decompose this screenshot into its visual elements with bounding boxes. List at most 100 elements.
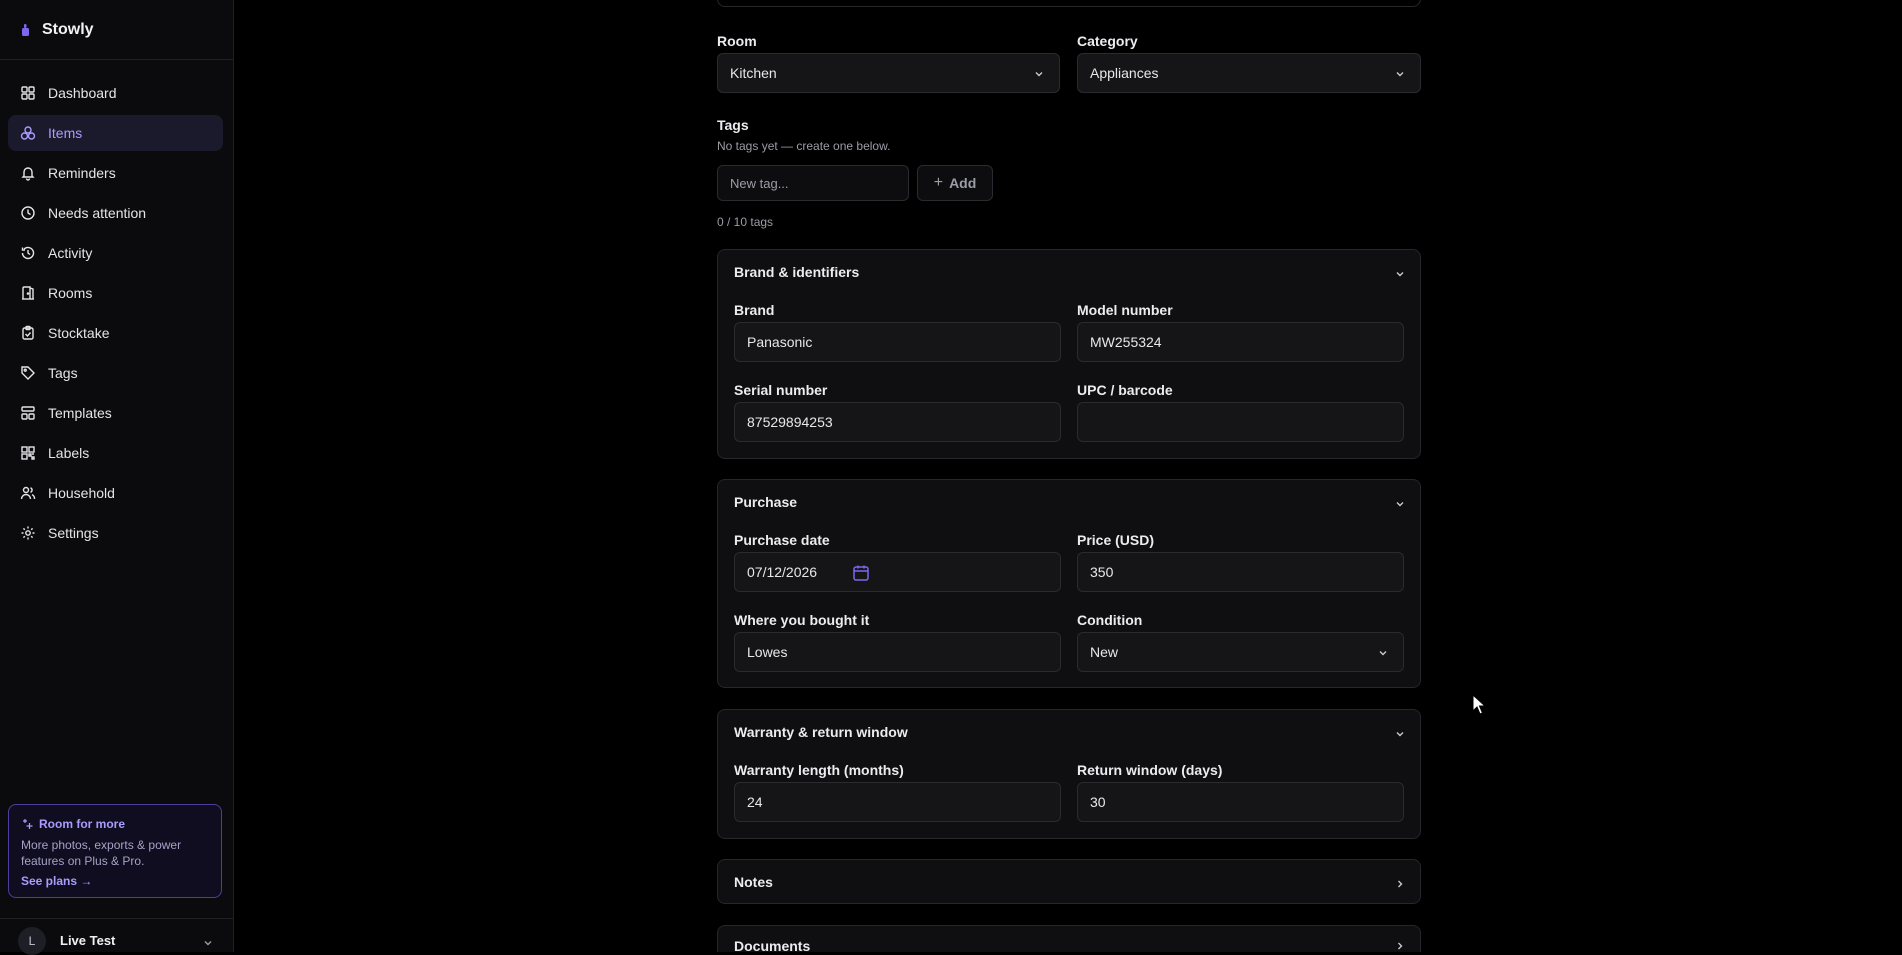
chevron-down-icon bbox=[1396, 72, 1404, 77]
upc-barcode-label: UPC / barcode bbox=[1077, 382, 1173, 398]
warranty-length-label: Warranty length (months) bbox=[734, 762, 904, 778]
documents-section[interactable]: Documents bbox=[717, 925, 1421, 954]
condition-select[interactable]: New bbox=[1077, 632, 1404, 672]
notes-section[interactable]: Notes bbox=[717, 859, 1421, 904]
sidebar-item-rooms[interactable]: Rooms bbox=[8, 275, 223, 311]
store-input[interactable]: Lowes bbox=[734, 632, 1061, 672]
promo-title: Room for more bbox=[21, 817, 209, 831]
tags-label: Tags bbox=[717, 117, 749, 133]
sidebar-item-label: Activity bbox=[48, 245, 93, 261]
category-select[interactable]: Appliances bbox=[1077, 53, 1421, 93]
sidebar-item-items[interactable]: Items bbox=[8, 115, 223, 151]
sidebar: Stowly Dashboard Items Reminders Needs a… bbox=[0, 0, 234, 955]
sidebar-item-label: Templates bbox=[48, 405, 112, 421]
model-number-input[interactable]: MW255324 bbox=[1077, 322, 1404, 362]
tag-icon bbox=[20, 365, 36, 381]
sidebar-item-label: Needs attention bbox=[48, 205, 147, 221]
chevron-down-icon[interactable] bbox=[1394, 498, 1406, 510]
sidebar-item-label: Items bbox=[48, 125, 83, 141]
sidebar-item-tags[interactable]: Tags bbox=[8, 355, 223, 391]
sidebar-item-activity[interactable]: Activity bbox=[8, 235, 223, 271]
chevron-down-icon bbox=[1379, 651, 1387, 656]
main-content: Room Kitchen Category Appliances Tags No… bbox=[234, 0, 1902, 954]
price-label: Price (USD) bbox=[1077, 532, 1155, 548]
price-input[interactable]: 350 bbox=[1077, 552, 1404, 592]
see-plans-link[interactable]: See plans → bbox=[21, 874, 209, 888]
sidebar-item-reminders[interactable]: Reminders bbox=[8, 155, 223, 191]
section-title: Notes bbox=[734, 874, 773, 890]
calendar-icon[interactable] bbox=[851, 563, 871, 583]
add-tag-button[interactable]: + Add bbox=[917, 165, 993, 201]
return-window-input[interactable]: 30 bbox=[1077, 782, 1404, 822]
room-select[interactable]: Kitchen bbox=[717, 53, 1060, 93]
serial-number-label: Serial number bbox=[734, 382, 828, 398]
sidebar-item-label: Household bbox=[48, 485, 115, 501]
brand-identifiers-section: Brand & identifiers Brand Panasonic Mode… bbox=[717, 249, 1421, 459]
promo-text: More photos, exports & power features on… bbox=[21, 838, 182, 868]
sidebar-item-dashboard[interactable]: Dashboard bbox=[8, 75, 223, 111]
purchase-date-label: Purchase date bbox=[734, 532, 830, 548]
room-label: Room bbox=[717, 33, 757, 49]
avatar: L bbox=[18, 927, 46, 955]
app-name: Stowly bbox=[42, 20, 94, 38]
logo-icon bbox=[22, 23, 29, 36]
door-icon bbox=[20, 285, 36, 301]
sidebar-item-templates[interactable]: Templates bbox=[8, 395, 223, 431]
condition-label: Condition bbox=[1077, 612, 1143, 628]
sidebar-item-label: Reminders bbox=[48, 165, 116, 181]
sidebar-item-label: Labels bbox=[48, 445, 90, 461]
previous-field-edge bbox=[717, 0, 1421, 7]
store-label: Where you bought it bbox=[734, 612, 870, 628]
sparkle-icon bbox=[23, 819, 33, 829]
users-icon bbox=[20, 485, 36, 501]
new-tag-input[interactable]: New tag... bbox=[717, 165, 909, 201]
app-brand[interactable]: Stowly bbox=[0, 0, 233, 60]
category-label: Category bbox=[1077, 33, 1138, 49]
sidebar-item-label: Settings bbox=[48, 525, 99, 541]
return-window-label: Return window (days) bbox=[1077, 762, 1223, 778]
chevron-right-icon bbox=[1398, 942, 1403, 950]
chevron-right-icon bbox=[1398, 880, 1403, 888]
clock-icon bbox=[20, 205, 36, 221]
sidebar-item-label: Stocktake bbox=[48, 325, 110, 341]
upc-barcode-input[interactable] bbox=[1077, 402, 1404, 442]
qr-icon bbox=[20, 445, 36, 461]
tags-hint: No tags yet — create one below. bbox=[717, 139, 891, 153]
sidebar-item-household[interactable]: Household bbox=[8, 475, 223, 511]
chevron-down-icon[interactable] bbox=[1394, 268, 1406, 280]
gear-icon bbox=[20, 525, 36, 541]
user-name: Live Test bbox=[60, 933, 116, 948]
user-menu[interactable]: L Live Test bbox=[0, 918, 234, 955]
clipboard-check-icon bbox=[20, 325, 36, 341]
chevron-down-icon bbox=[1035, 72, 1043, 77]
warranty-section: Warranty & return window Warranty length… bbox=[717, 709, 1421, 839]
sidebar-item-labels[interactable]: Labels bbox=[8, 435, 223, 471]
history-icon bbox=[20, 245, 36, 261]
sidebar-item-label: Tags bbox=[48, 365, 78, 381]
sidebar-item-settings[interactable]: Settings bbox=[8, 515, 223, 551]
model-number-label: Model number bbox=[1077, 302, 1173, 318]
purchase-date-input[interactable]: 07/12/2026 bbox=[734, 552, 1061, 592]
mouse-cursor-icon bbox=[1472, 694, 1486, 715]
boxes-icon bbox=[20, 125, 36, 141]
brand-input[interactable]: Panasonic bbox=[734, 322, 1061, 362]
sidebar-nav: Dashboard Items Reminders Needs attentio… bbox=[8, 75, 223, 555]
purchase-section: Purchase Purchase date 07/12/2026 Price … bbox=[717, 479, 1421, 688]
brand-label: Brand bbox=[734, 302, 775, 318]
grid-icon bbox=[20, 85, 36, 101]
section-title[interactable]: Brand & identifiers bbox=[734, 264, 859, 280]
sidebar-item-stocktake[interactable]: Stocktake bbox=[8, 315, 223, 351]
sidebar-item-needs-attention[interactable]: Needs attention bbox=[8, 195, 223, 231]
plus-icon: + bbox=[933, 174, 944, 191]
section-title[interactable]: Purchase bbox=[734, 494, 797, 510]
upgrade-promo-card: Room for more More photos, exports & pow… bbox=[8, 804, 222, 898]
bell-icon bbox=[20, 165, 36, 181]
chevron-down-icon[interactable] bbox=[1394, 728, 1406, 740]
warranty-length-input[interactable]: 24 bbox=[734, 782, 1061, 822]
tags-count: 0 / 10 tags bbox=[717, 215, 774, 229]
section-title[interactable]: Warranty & return window bbox=[734, 724, 908, 740]
sidebar-item-label: Rooms bbox=[48, 285, 93, 301]
serial-number-input[interactable]: 87529894253 bbox=[734, 402, 1061, 442]
chevron-down-icon bbox=[204, 941, 212, 946]
sidebar-item-label: Dashboard bbox=[48, 85, 117, 101]
